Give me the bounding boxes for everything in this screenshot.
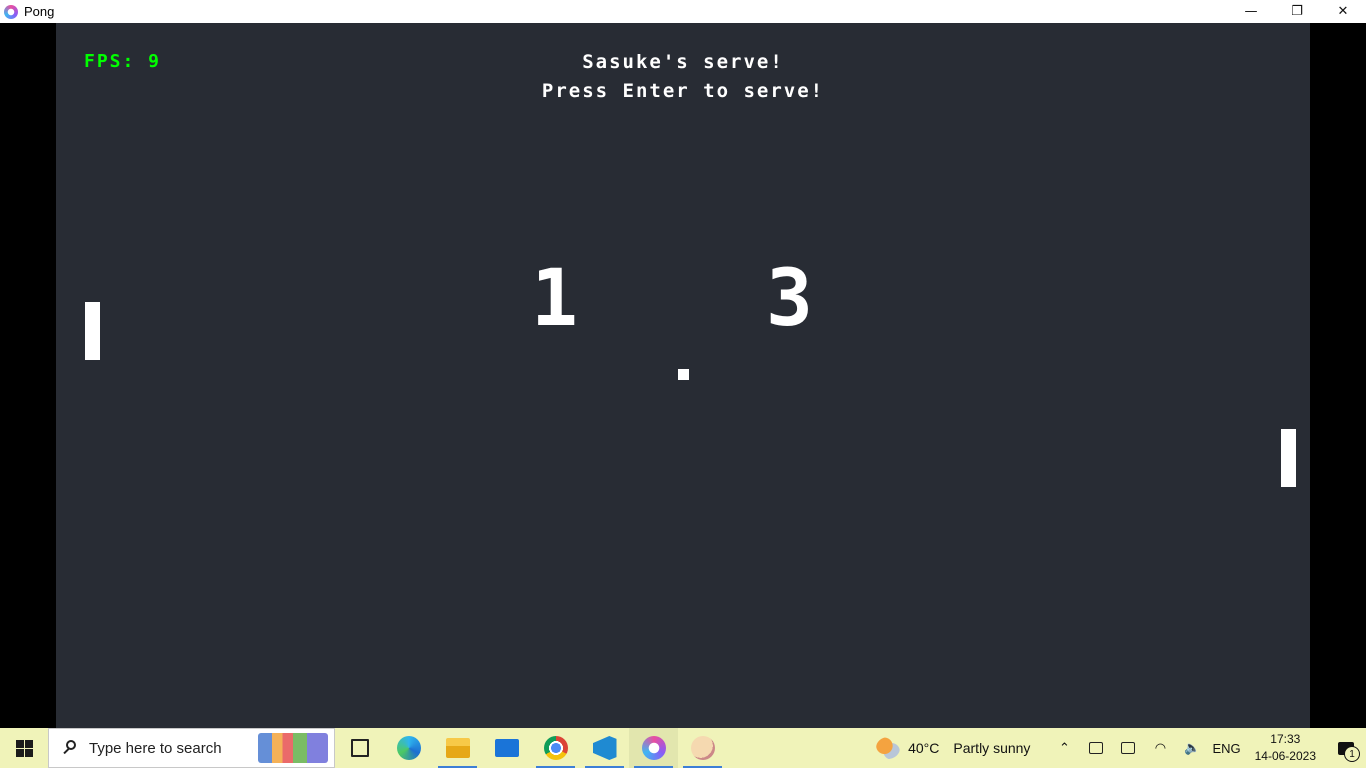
letterbox-left	[0, 23, 56, 728]
pong-icon	[641, 736, 666, 760]
show-hidden-icons-button[interactable]: ⌃	[1048, 728, 1080, 768]
network-button[interactable]: ◠	[1144, 728, 1176, 768]
window-title: Pong	[24, 4, 55, 19]
clock[interactable]: 17:33 14-06-2023	[1255, 731, 1316, 765]
start-button[interactable]	[0, 728, 48, 768]
notification-center-button[interactable]: 1	[1326, 728, 1366, 768]
weather-widget[interactable]: 40°C Partly sunny	[876, 737, 1030, 759]
weather-condition: Partly sunny	[953, 740, 1031, 756]
input-language[interactable]: ENG	[1212, 741, 1240, 756]
serve-message: Sasuke's serve!	[582, 51, 784, 73]
edge-icon	[396, 736, 421, 760]
ball	[678, 369, 689, 380]
partly-sunny-icon	[876, 737, 901, 759]
meet-now-icon	[1089, 742, 1104, 754]
volume-button[interactable]: 🔈	[1176, 728, 1208, 768]
chrome-icon	[543, 736, 568, 760]
windows-logo-icon	[15, 739, 33, 757]
vscode-button[interactable]	[580, 728, 629, 768]
file-explorer-button[interactable]	[433, 728, 482, 768]
close-icon[interactable]: ✕	[1320, 0, 1366, 23]
window-controls: — ❐ ✕	[1228, 0, 1366, 23]
taskbar-search[interactable]: Type here to search	[48, 728, 335, 768]
system-tray: 40°C Partly sunny ⌃ ◠ 🔈 ENG 17:33 14-06-…	[876, 728, 1366, 768]
right-paddle	[1281, 429, 1296, 487]
search-placeholder: Type here to search	[89, 739, 222, 757]
battery-button[interactable]	[1112, 728, 1144, 768]
player1-score: 1	[531, 254, 578, 344]
mail-button[interactable]	[482, 728, 531, 768]
clock-time: 17:33	[1270, 732, 1301, 746]
chrome-button[interactable]	[531, 728, 580, 768]
clock-date: 14-06-2023	[1254, 749, 1316, 763]
window-titlebar: Pong — ❐ ✕	[0, 0, 1366, 23]
wifi-icon: ◠	[1154, 740, 1167, 755]
serve-instruction: Press Enter to serve!	[541, 80, 825, 102]
game-canvas[interactable]: FPS: 9 Sasuke's serve! Press Enter to se…	[56, 23, 1310, 728]
paint-icon	[690, 736, 715, 760]
task-view-button[interactable]	[335, 728, 384, 768]
pong-button[interactable]	[629, 728, 678, 768]
player2-score: 3	[766, 254, 813, 344]
notification-count: 1	[1344, 746, 1360, 762]
vscode-icon	[592, 736, 617, 760]
file-explorer-icon	[445, 738, 470, 758]
task-view-icon	[350, 739, 369, 757]
left-paddle	[85, 302, 100, 360]
speaker-icon: 🔈	[1184, 740, 1201, 755]
taskbar: Type here to search 40°C Partly sunny ⌃ …	[0, 728, 1366, 768]
weather-temperature: 40°C	[908, 740, 940, 756]
paint-button[interactable]	[678, 728, 727, 768]
restore-icon[interactable]: ❐	[1274, 0, 1320, 23]
pong-app-icon	[4, 4, 18, 19]
battery-icon	[1121, 742, 1136, 754]
edge-button[interactable]	[384, 728, 433, 768]
minimize-icon[interactable]: —	[1228, 0, 1274, 23]
meet-now-button[interactable]	[1080, 728, 1112, 768]
mail-icon	[494, 739, 519, 757]
search-icon	[63, 740, 79, 756]
chevron-up-icon: ⌃	[1058, 740, 1070, 755]
search-highlight-icon	[258, 733, 328, 763]
letterbox-right	[1310, 23, 1366, 728]
